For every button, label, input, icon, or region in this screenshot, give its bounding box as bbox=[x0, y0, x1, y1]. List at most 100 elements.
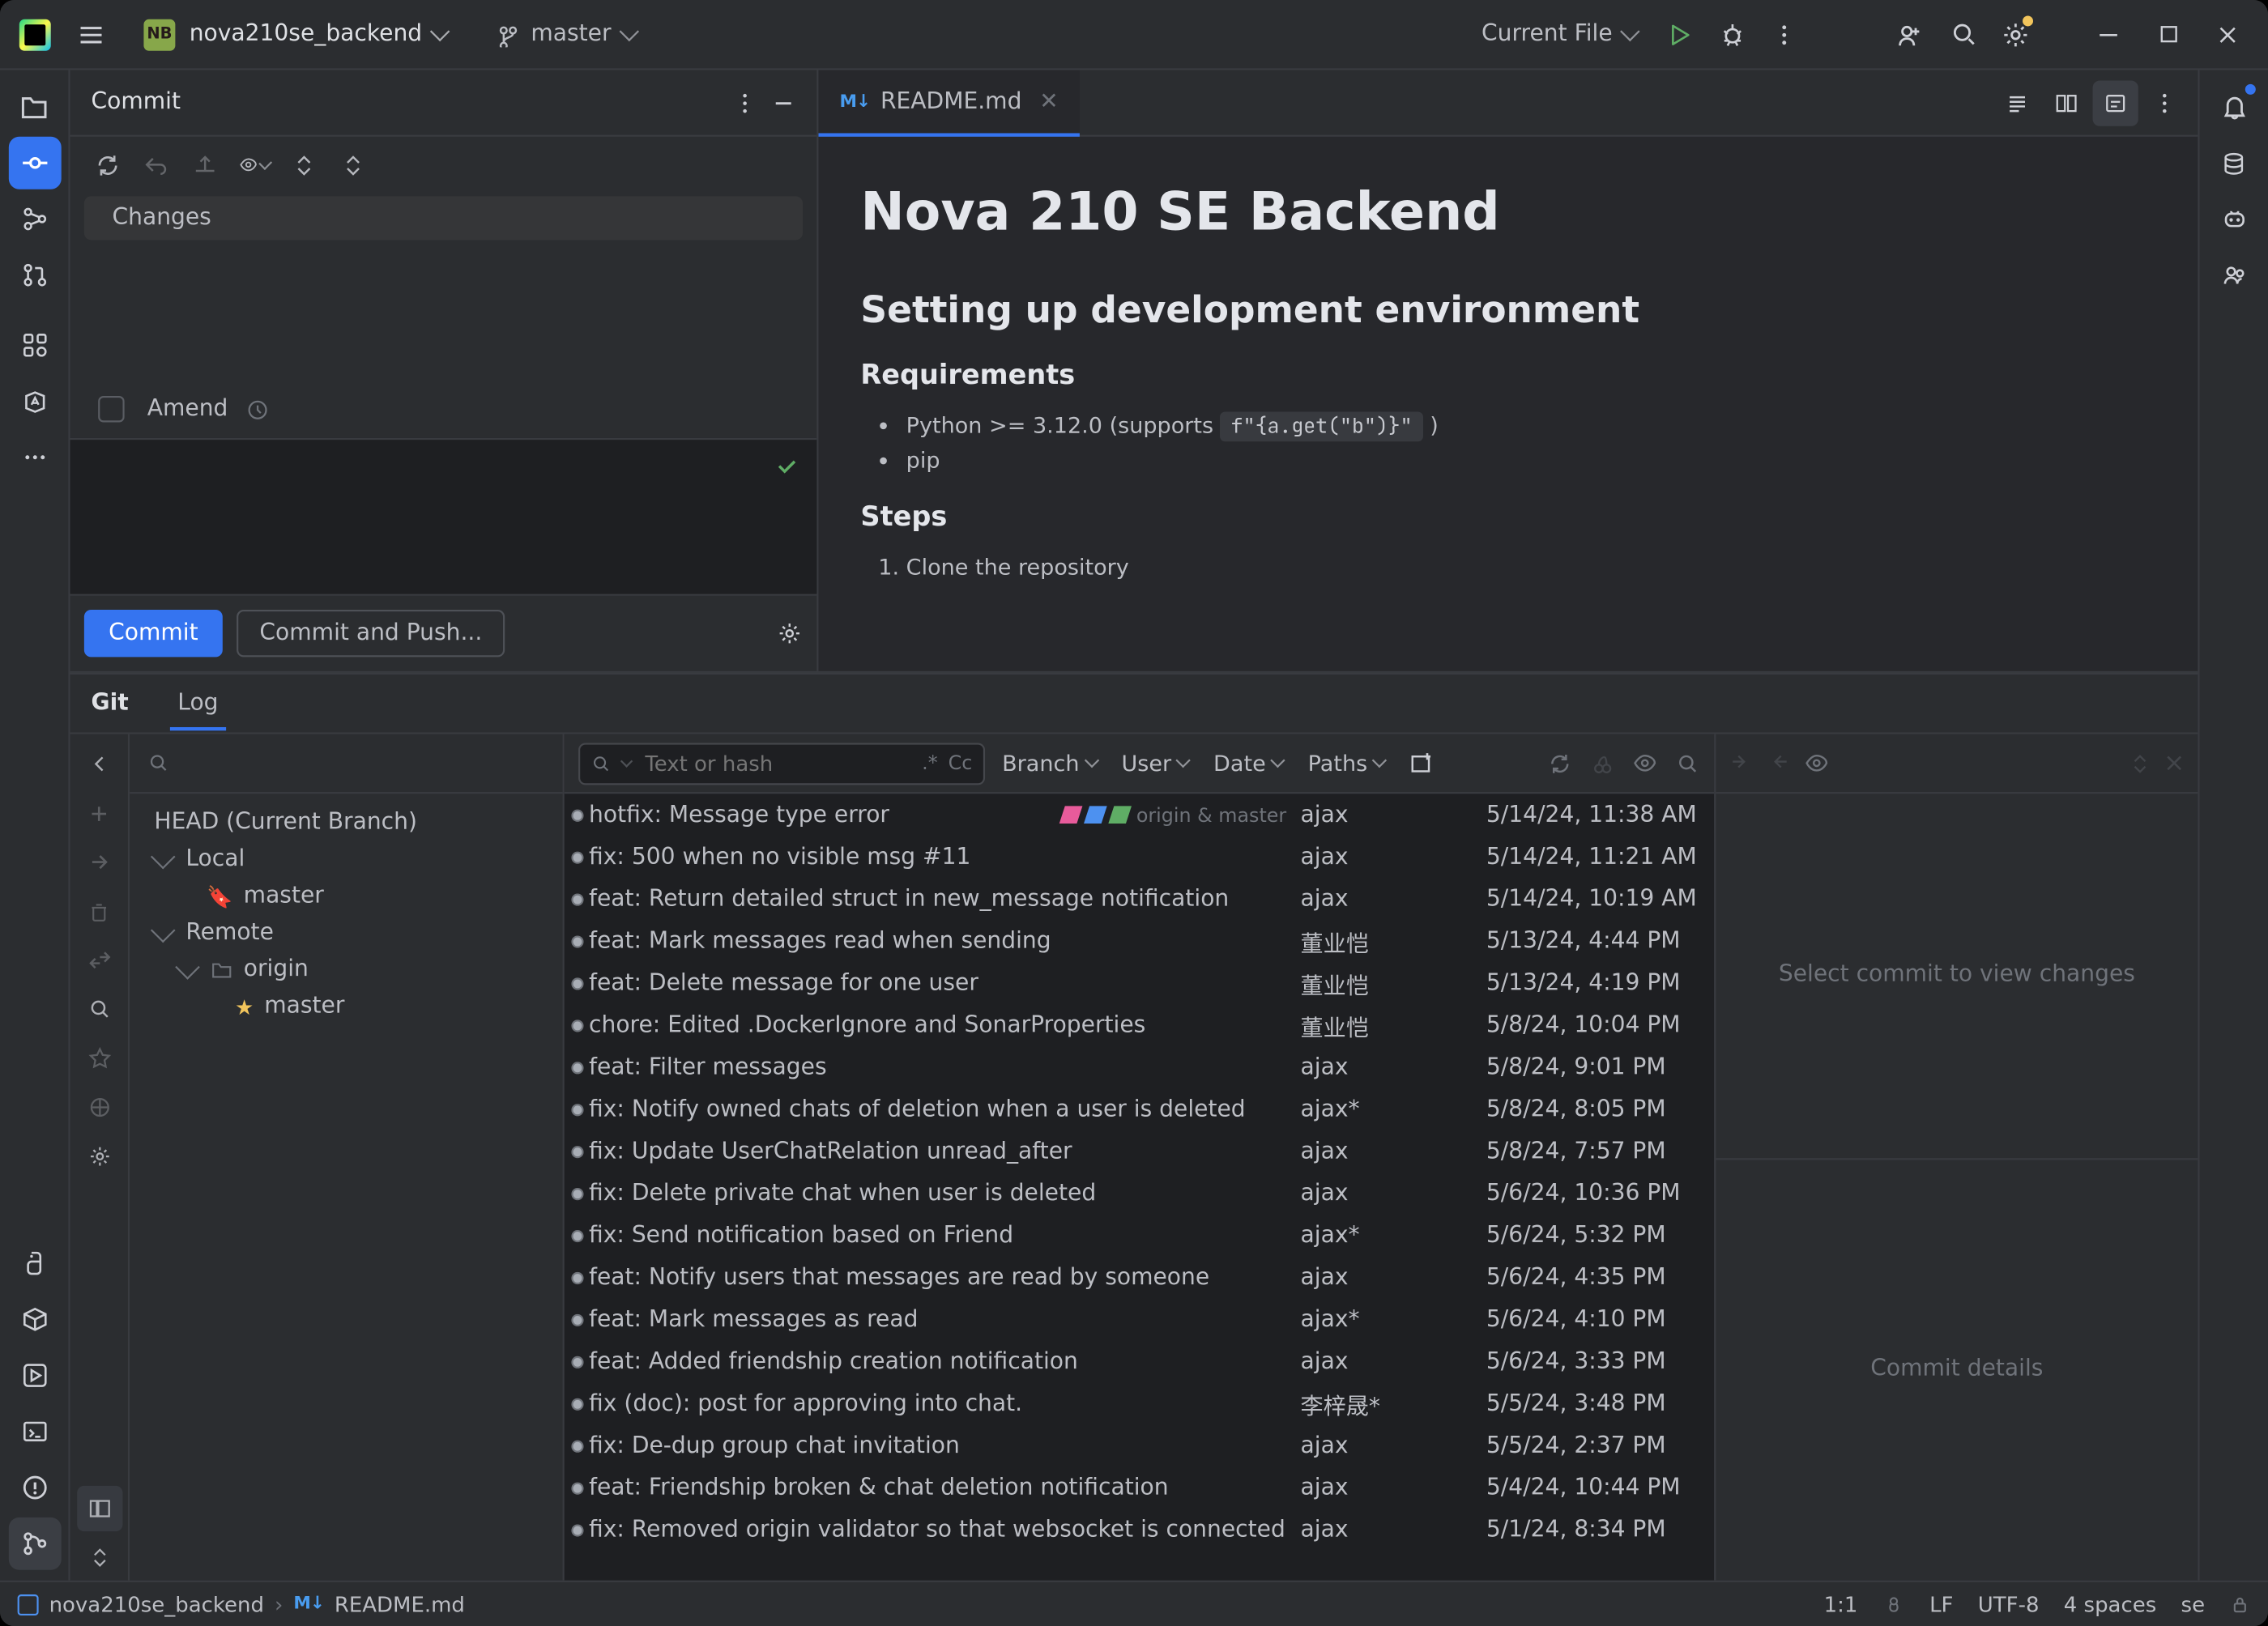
fetch-button[interactable] bbox=[76, 1084, 122, 1130]
run-button[interactable] bbox=[1655, 10, 1704, 59]
go-back-button[interactable] bbox=[76, 741, 122, 786]
readonly-lock-icon[interactable] bbox=[2229, 1594, 2250, 1615]
origin-remote-node[interactable]: origin bbox=[130, 951, 562, 988]
notifications-button[interactable] bbox=[2207, 81, 2260, 134]
remote-branches-node[interactable]: Remote bbox=[130, 915, 562, 951]
show-details-button[interactable] bbox=[1631, 750, 1657, 776]
commit-row[interactable]: fix: Send notification based on Friendaj… bbox=[565, 1215, 1714, 1257]
markdown-preview[interactable]: Nova 210 SE Backend Setting up developme… bbox=[818, 137, 2198, 671]
details-nav-left[interactable] bbox=[1730, 751, 1753, 774]
power-save-icon[interactable] bbox=[1882, 1593, 1905, 1615]
find-in-log-button[interactable] bbox=[1676, 751, 1700, 775]
editor-split-view-button[interactable] bbox=[2044, 79, 2089, 125]
open-new-tab-button[interactable] bbox=[1409, 750, 1435, 776]
branches-pane-toggle[interactable] bbox=[76, 1486, 122, 1531]
commit-panel-hide-button[interactable] bbox=[771, 90, 795, 114]
commit-button[interactable]: Commit bbox=[84, 610, 223, 657]
project-tool-button[interactable] bbox=[8, 81, 61, 134]
editor-only-view-button[interactable] bbox=[1994, 79, 2040, 125]
details-eye[interactable] bbox=[1804, 750, 1830, 776]
delete-branch-button[interactable] bbox=[76, 888, 122, 934]
git-log-tab[interactable]: Log bbox=[156, 678, 239, 729]
regex-toggle[interactable]: .* bbox=[922, 751, 937, 774]
commit-row[interactable]: fix: 500 when no visible msg #11ajax5/14… bbox=[565, 836, 1714, 878]
copilot-tool-button[interactable] bbox=[2207, 193, 2260, 245]
search-everywhere-button[interactable] bbox=[1938, 10, 1988, 59]
commit-row[interactable]: fix (doc): post for approving into chat.… bbox=[565, 1382, 1714, 1424]
ai-assistant-tool-button[interactable] bbox=[8, 375, 61, 428]
commit-row[interactable]: feat: Mark messages as readajax*5/6/24, … bbox=[565, 1298, 1714, 1340]
packages-tool-button[interactable] bbox=[8, 1293, 61, 1346]
settings-button[interactable] bbox=[1991, 10, 2040, 59]
branch-selector[interactable]: master bbox=[482, 14, 650, 54]
python-console-tool-button[interactable] bbox=[8, 1237, 61, 1290]
git-settings-button[interactable] bbox=[76, 1134, 122, 1179]
commit-row[interactable]: feat: Added friendship creation notifica… bbox=[565, 1340, 1714, 1382]
structure-tool-button[interactable] bbox=[8, 193, 61, 245]
paths-filter[interactable]: Paths bbox=[1301, 747, 1392, 780]
log-search-input[interactable] bbox=[642, 749, 911, 777]
commit-row[interactable]: fix: Update UserChatRelation unread_afte… bbox=[565, 1130, 1714, 1173]
commit-row[interactable]: feat: Delete message for one user董业恺5/13… bbox=[565, 962, 1714, 1004]
debug-button[interactable] bbox=[1707, 10, 1757, 59]
local-master-branch[interactable]: 🔖master bbox=[130, 878, 562, 914]
window-minimize-button[interactable] bbox=[2078, 10, 2138, 59]
head-branch-row[interactable]: HEAD (Current Branch) bbox=[130, 804, 562, 841]
commit-log-table[interactable]: hotfix: Message type errororigin & maste… bbox=[565, 794, 1714, 1581]
cherry-pick-button[interactable] bbox=[1590, 751, 1614, 775]
vcs-tool-button[interactable] bbox=[8, 1517, 61, 1570]
run-tool-button[interactable] bbox=[8, 1349, 61, 1402]
refresh-button[interactable] bbox=[92, 149, 123, 181]
terminal-tool-button[interactable] bbox=[8, 1405, 61, 1458]
details-expand-button[interactable] bbox=[2129, 752, 2151, 773]
commit-row[interactable]: chore: Edited .DockerIgnore and SonarPro… bbox=[565, 1004, 1714, 1046]
editor-more-button[interactable] bbox=[2142, 79, 2187, 125]
refresh-log-button[interactable] bbox=[1548, 751, 1572, 775]
commit-settings-button[interactable] bbox=[777, 620, 803, 646]
window-maximize-button[interactable] bbox=[2138, 10, 2198, 59]
commit-and-push-button[interactable]: Commit and Push... bbox=[237, 610, 505, 657]
match-case-toggle[interactable]: Cc bbox=[949, 751, 973, 774]
indent-settings[interactable]: 4 spaces bbox=[2064, 1592, 2156, 1616]
code-with-me-button[interactable] bbox=[1886, 10, 1935, 59]
caret-position[interactable]: 1:1 bbox=[1824, 1592, 1858, 1616]
find-button[interactable] bbox=[76, 986, 122, 1032]
branches-search[interactable] bbox=[130, 734, 562, 794]
origin-master-branch[interactable]: ★master bbox=[130, 988, 562, 1024]
collapse-button[interactable] bbox=[76, 1534, 122, 1580]
breadcrumb-project[interactable]: nova210se_backend bbox=[49, 1592, 264, 1616]
main-menu-button[interactable] bbox=[66, 10, 116, 59]
show-diff-button[interactable] bbox=[238, 149, 270, 181]
favorite-button[interactable] bbox=[76, 1036, 122, 1081]
details-nav-right[interactable] bbox=[1767, 751, 1789, 774]
commit-row[interactable]: fix: Removed origin validator so that we… bbox=[565, 1509, 1714, 1551]
more-actions-button[interactable] bbox=[1759, 10, 1809, 59]
close-tab-button[interactable]: ✕ bbox=[1039, 89, 1059, 115]
history-icon[interactable] bbox=[245, 397, 270, 421]
run-config-selector[interactable]: Current File bbox=[1468, 14, 1652, 54]
commit-tool-button[interactable] bbox=[8, 137, 61, 189]
line-separator[interactable]: LF bbox=[1929, 1592, 1953, 1616]
editor-tab-readme[interactable]: M↓ README.md ✕ bbox=[818, 70, 1079, 135]
breadcrumb-file[interactable]: README.md bbox=[335, 1592, 465, 1616]
diff-button[interactable] bbox=[190, 149, 221, 181]
local-branches-node[interactable]: Local bbox=[130, 841, 562, 878]
file-encoding[interactable]: UTF-8 bbox=[1978, 1592, 2040, 1616]
commit-row[interactable]: fix: De-dup group chat invitationajax5/5… bbox=[565, 1424, 1714, 1466]
details-close-button[interactable] bbox=[2164, 753, 2184, 773]
user-filter[interactable]: User bbox=[1115, 747, 1196, 780]
pull-requests-tool-button[interactable] bbox=[8, 249, 61, 301]
commit-row[interactable]: hotfix: Message type errororigin & maste… bbox=[565, 794, 1714, 836]
collaborators-tool-button[interactable] bbox=[2207, 249, 2260, 301]
commit-row[interactable]: feat: Notify users that messages are rea… bbox=[565, 1256, 1714, 1298]
problems-tool-button[interactable] bbox=[8, 1462, 61, 1514]
checkout-button[interactable] bbox=[76, 839, 122, 884]
changes-node[interactable]: Changes bbox=[84, 196, 803, 240]
compare-button[interactable] bbox=[76, 938, 122, 983]
preview-only-view-button[interactable] bbox=[2093, 79, 2138, 125]
group-by-button[interactable] bbox=[336, 149, 368, 181]
changelist-button[interactable] bbox=[288, 149, 319, 181]
commit-row[interactable]: fix: Notify owned chats of deletion when… bbox=[565, 1088, 1714, 1130]
services-tool-button[interactable] bbox=[8, 319, 61, 372]
new-branch-button[interactable] bbox=[76, 790, 122, 836]
